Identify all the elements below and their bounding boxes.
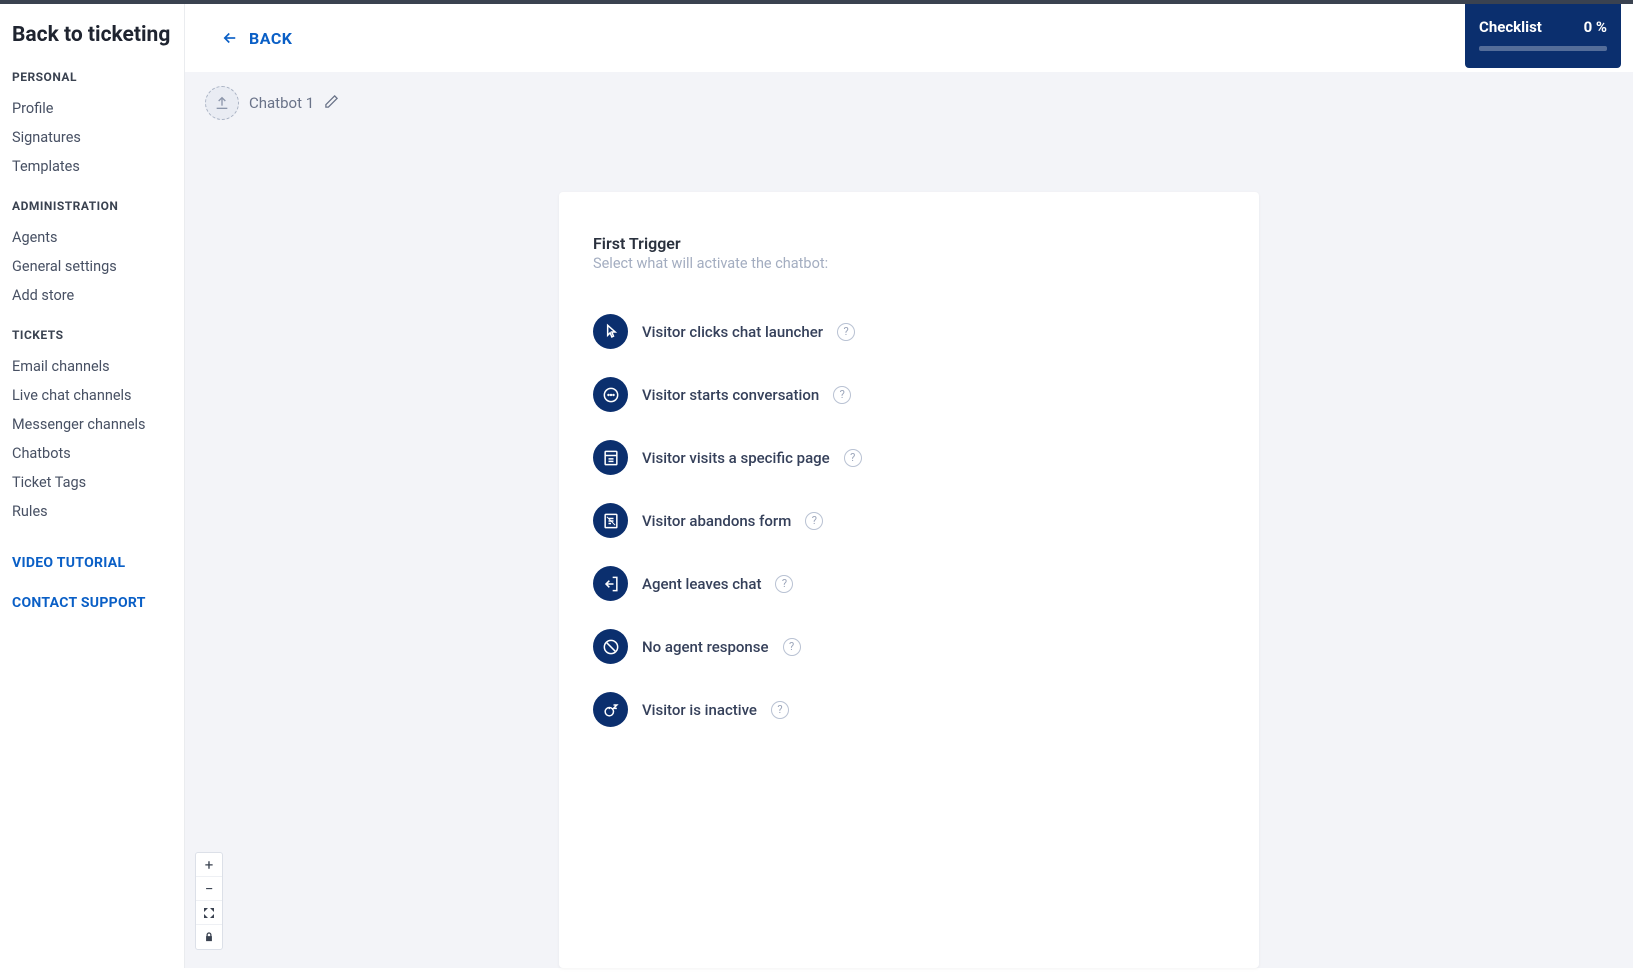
checklist-label: Checklist xyxy=(1479,18,1542,36)
sidebar-item-general-settings[interactable]: General settings xyxy=(12,252,172,281)
trigger-label: Visitor starts conversation xyxy=(642,386,819,404)
chatbot-avatar-placeholder[interactable] xyxy=(205,86,239,120)
main-panel: BACK Checklist 0 % Chatbot 1 xyxy=(185,4,1633,968)
back-to-ticketing-link[interactable]: Back to ticketing xyxy=(12,22,172,48)
first-trigger-card: First Trigger Select what will activate … xyxy=(559,192,1259,968)
chatbot-name: Chatbot 1 xyxy=(249,94,314,112)
trigger-label: No agent response xyxy=(642,638,769,656)
sleep-icon xyxy=(593,692,628,727)
zoom-fit-button[interactable] xyxy=(196,901,222,925)
card-title: First Trigger xyxy=(593,234,1225,253)
video-tutorial-link[interactable]: VIDEO TUTORIAL xyxy=(12,548,172,578)
help-icon[interactable]: ? xyxy=(805,512,823,530)
pencil-icon xyxy=(324,94,339,109)
sidebar-item-agents[interactable]: Agents xyxy=(12,223,172,252)
form-icon xyxy=(593,503,628,538)
trigger-option-chat[interactable]: Visitor starts conversation? xyxy=(593,363,1225,426)
trigger-label: Visitor is inactive xyxy=(642,701,757,719)
checklist-widget[interactable]: Checklist 0 % xyxy=(1465,4,1621,68)
trigger-option-exit[interactable]: Agent leaves chat? xyxy=(593,552,1225,615)
card-subtitle: Select what will activate the chatbot: xyxy=(593,255,1225,272)
contact-support-link[interactable]: CONTACT SUPPORT xyxy=(12,588,172,618)
back-button[interactable]: BACK xyxy=(221,29,292,48)
breadcrumb-row: Chatbot 1 xyxy=(185,72,1633,134)
pointer-icon xyxy=(593,314,628,349)
sidebar-item-add-store[interactable]: Add store xyxy=(12,281,172,310)
zoom-out-button[interactable]: − xyxy=(196,877,222,901)
sidebar-item-profile[interactable]: Profile xyxy=(12,94,172,123)
trigger-option-pointer[interactable]: Visitor clicks chat launcher? xyxy=(593,300,1225,363)
trigger-label: Visitor visits a specific page xyxy=(642,449,830,467)
help-icon[interactable]: ? xyxy=(844,449,862,467)
sidebar-item-rules[interactable]: Rules xyxy=(12,497,172,526)
back-label: BACK xyxy=(249,29,292,48)
trigger-label: Agent leaves chat xyxy=(642,575,761,593)
noresp-icon xyxy=(593,629,628,664)
help-icon[interactable]: ? xyxy=(783,638,801,656)
page-icon xyxy=(593,440,628,475)
canvas-area[interactable]: First Trigger Select what will activate … xyxy=(185,134,1633,968)
topbar: BACK Checklist 0 % xyxy=(185,4,1633,72)
trigger-option-form[interactable]: Visitor abandons form? xyxy=(593,489,1225,552)
trigger-label: Visitor clicks chat launcher xyxy=(642,323,823,341)
trigger-option-page[interactable]: Visitor visits a specific page? xyxy=(593,426,1225,489)
zoom-lock-button[interactable] xyxy=(196,925,222,949)
checklist-progress xyxy=(1479,46,1607,51)
section-label-administration: ADMINISTRATION xyxy=(12,199,172,213)
lock-icon xyxy=(204,931,214,943)
exit-icon xyxy=(593,566,628,601)
upload-icon xyxy=(214,95,230,111)
zoom-in-button[interactable]: + xyxy=(196,853,222,877)
sidebar-item-live-chat-channels[interactable]: Live chat channels xyxy=(12,381,172,410)
sidebar-item-messenger-channels[interactable]: Messenger channels xyxy=(12,410,172,439)
section-label-personal: PERSONAL xyxy=(12,70,172,84)
settings-sidebar: Back to ticketing PERSONAL Profile Signa… xyxy=(0,4,185,968)
arrow-left-icon xyxy=(221,29,239,47)
help-icon[interactable]: ? xyxy=(837,323,855,341)
fullscreen-icon xyxy=(203,907,215,919)
section-label-tickets: TICKETS xyxy=(12,328,172,342)
sidebar-item-ticket-tags[interactable]: Ticket Tags xyxy=(12,468,172,497)
help-icon[interactable]: ? xyxy=(775,575,793,593)
zoom-controls: + − xyxy=(195,852,223,950)
checklist-percent: 0 % xyxy=(1584,18,1607,36)
help-icon[interactable]: ? xyxy=(771,701,789,719)
help-icon[interactable]: ? xyxy=(833,386,851,404)
sidebar-item-email-channels[interactable]: Email channels xyxy=(12,352,172,381)
sidebar-item-signatures[interactable]: Signatures xyxy=(12,123,172,152)
sidebar-item-chatbots[interactable]: Chatbots xyxy=(12,439,172,468)
sidebar-item-templates[interactable]: Templates xyxy=(12,152,172,181)
trigger-label: Visitor abandons form xyxy=(642,512,791,530)
trigger-option-sleep[interactable]: Visitor is inactive? xyxy=(593,678,1225,741)
edit-name-button[interactable] xyxy=(324,94,339,113)
chat-icon xyxy=(593,377,628,412)
trigger-option-noresp[interactable]: No agent response? xyxy=(593,615,1225,678)
